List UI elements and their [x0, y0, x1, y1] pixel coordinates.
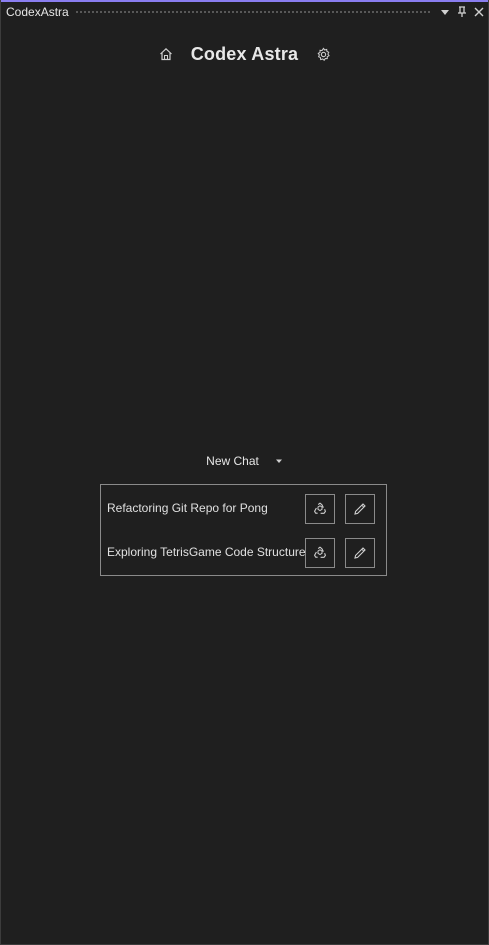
chat-title[interactable]: Refactoring Git Repo for Pong [107, 501, 268, 515]
new-chat-dropdown[interactable] [275, 458, 283, 464]
caret-down-icon [275, 459, 282, 463]
delete-chat-button[interactable] [305, 494, 335, 524]
delete-chat-button[interactable] [305, 538, 335, 568]
recycle-icon [313, 502, 327, 514]
chat-list-item[interactable]: Exploring TetrisGame Code Structure [101, 537, 386, 569]
dropdown-icon [441, 10, 449, 15]
home-icon [159, 47, 172, 61]
new-chat-button[interactable]: New Chat [1, 451, 488, 471]
close-icon [474, 7, 484, 17]
app-header: Codex Astra [1, 40, 488, 68]
window-close-button[interactable] [471, 4, 487, 20]
settings-gear-icon [317, 47, 330, 61]
pencil-icon [354, 547, 366, 559]
chat-title[interactable]: Exploring TetrisGame Code Structure [107, 545, 306, 559]
window-title: CodexAstra [6, 5, 69, 19]
window-titlebar[interactable]: CodexAstra [1, 2, 488, 22]
app-title: Codex Astra [190, 43, 299, 64]
titlebar-grip[interactable] [74, 9, 431, 15]
pencil-icon [354, 503, 366, 515]
window-dropdown-button[interactable] [437, 4, 453, 20]
pin-icon [458, 6, 466, 17]
edit-chat-button[interactable] [345, 494, 375, 524]
window-pin-button[interactable] [454, 4, 470, 20]
chat-list-item[interactable]: Refactoring Git Repo for Pong [101, 493, 386, 525]
new-chat-label: New Chat [206, 454, 259, 468]
chat-history-list: Refactoring Git Repo for Pong Exploring … [100, 484, 387, 576]
recycle-icon [313, 546, 327, 558]
settings-button[interactable] [314, 45, 332, 63]
tool-window: CodexAstra Codex Astra New Chat Refactor… [0, 0, 489, 945]
home-button[interactable] [157, 45, 175, 63]
edit-chat-button[interactable] [345, 538, 375, 568]
